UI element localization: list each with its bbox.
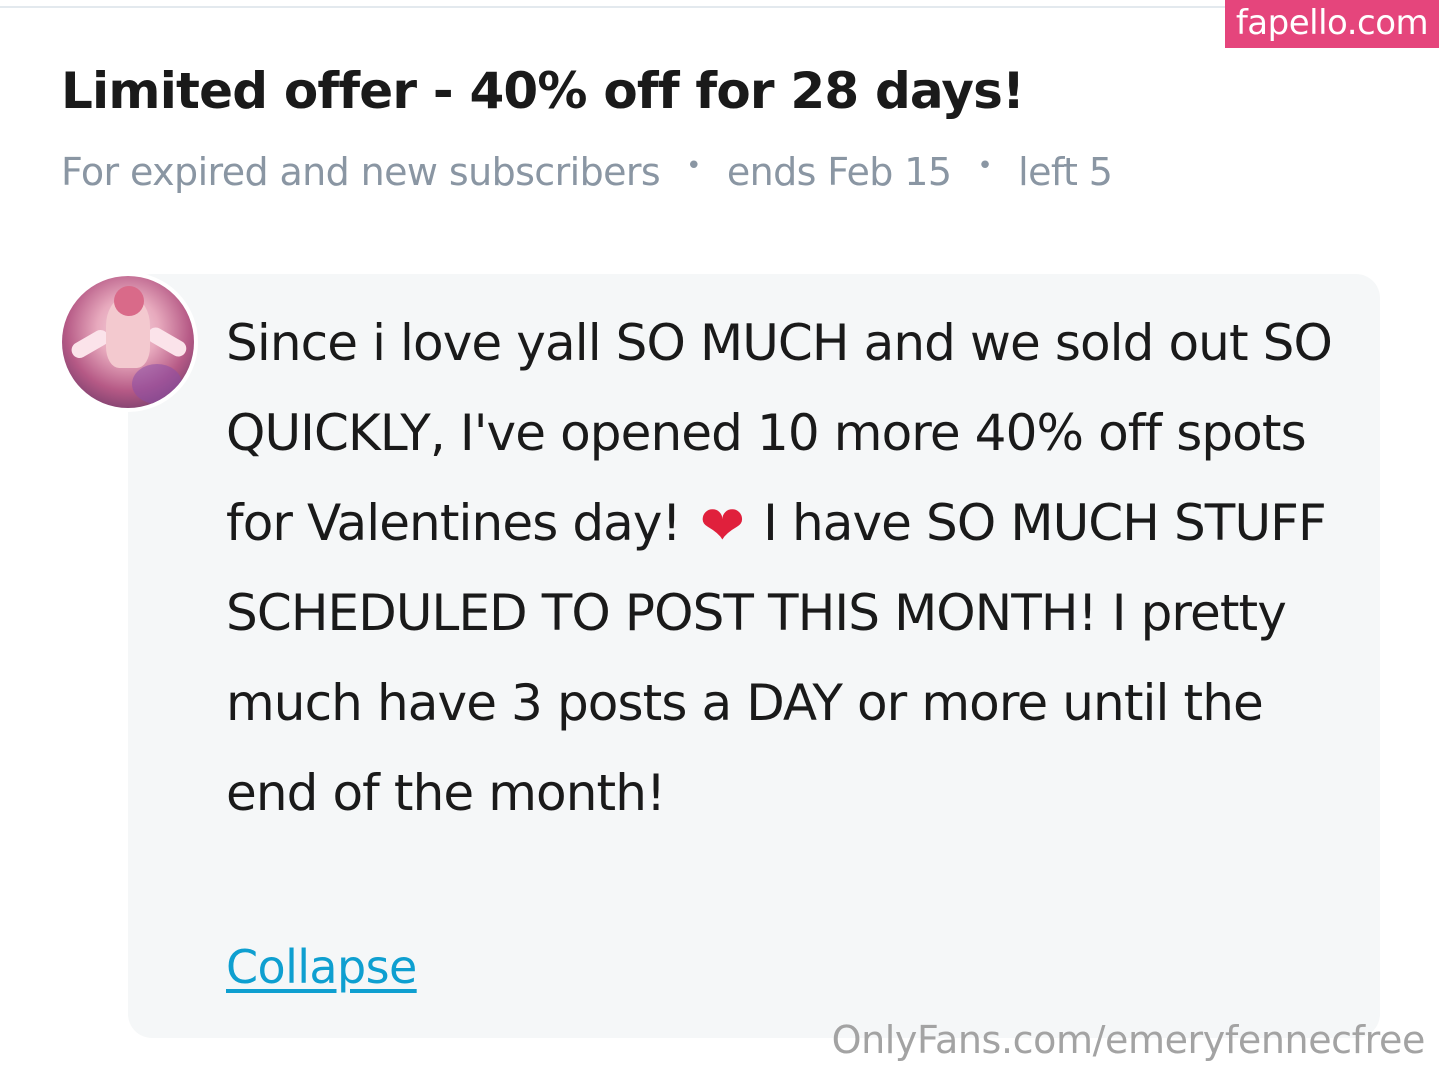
watermark-url: OnlyFans.com/emeryfennecfree	[831, 1018, 1426, 1062]
watermark-badge: fapello.com	[1225, 0, 1439, 48]
avatar-image	[62, 276, 194, 408]
offer-end-date: ends Feb 15	[726, 150, 952, 194]
offer-title: Limited offer - 40% off for 28 days!	[61, 62, 1025, 120]
meta-separator-dot: •	[686, 151, 701, 181]
offer-audience: For expired and new subscribers	[61, 150, 661, 194]
message-text: Since i love yall SO MUCH and we sold ou…	[226, 298, 1336, 838]
offer-remaining-count: left 5	[1018, 150, 1113, 194]
offer-meta: For expired and new subscribers • ends F…	[61, 150, 1113, 194]
meta-separator-dot: •	[977, 151, 993, 181]
top-divider	[0, 6, 1439, 8]
heart-emoji-icon: ❤	[699, 494, 745, 557]
collapse-link[interactable]: Collapse	[226, 940, 417, 994]
avatar[interactable]	[58, 272, 198, 412]
